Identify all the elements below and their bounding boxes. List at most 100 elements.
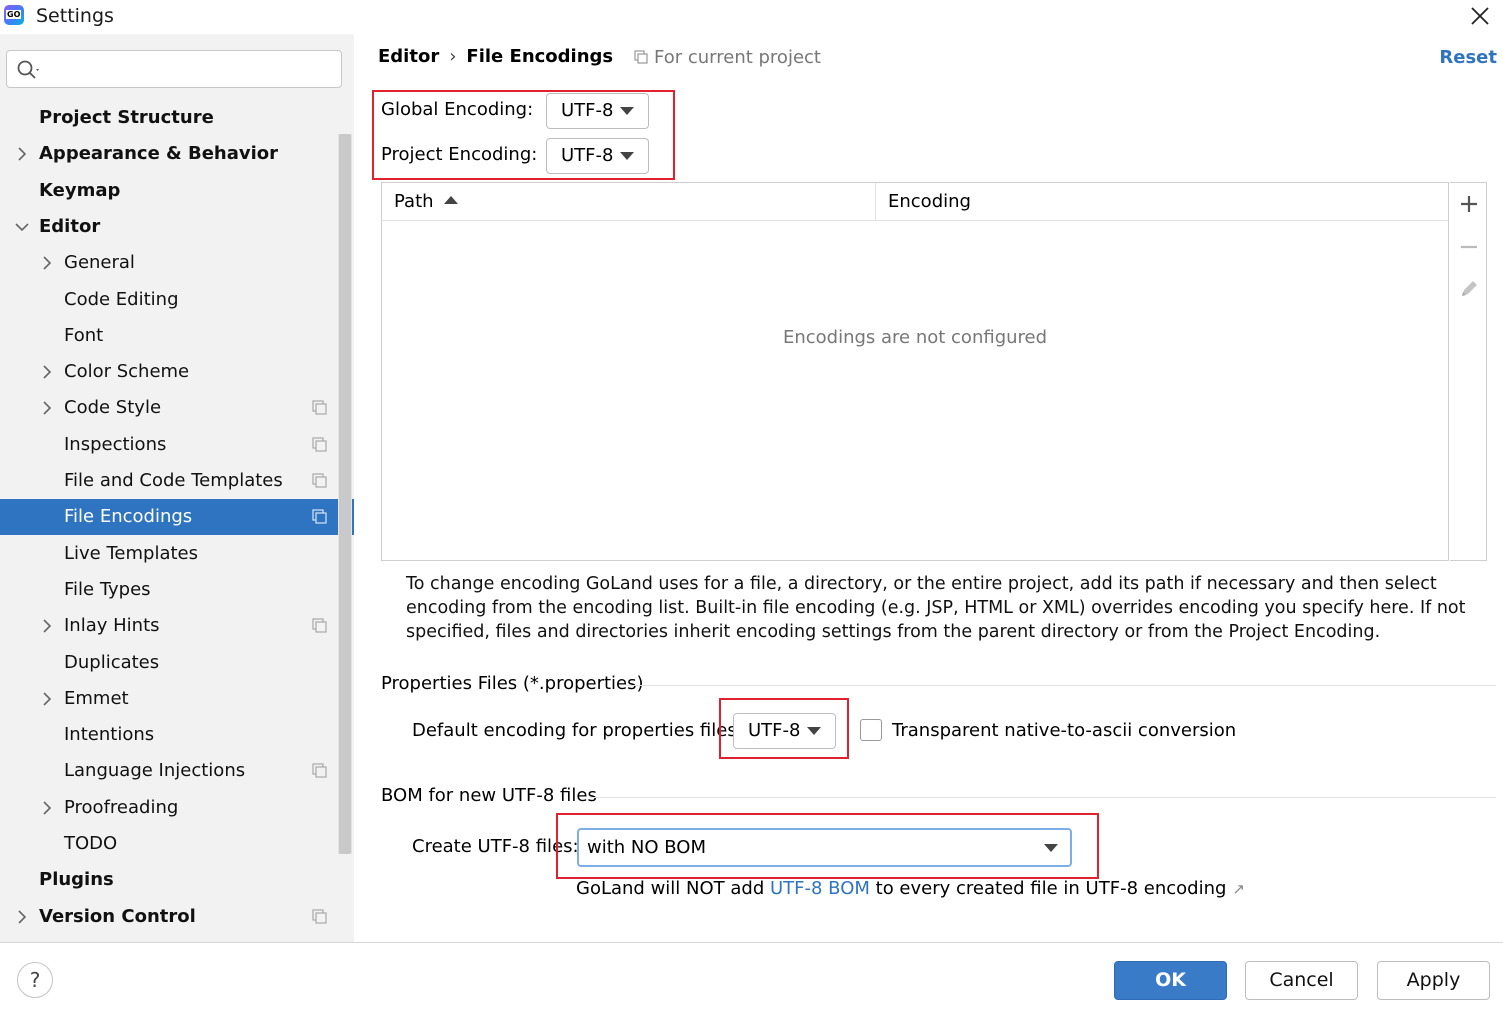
settings-sidebar: Project Structure Appearance & Behavior Ke… bbox=[0, 34, 354, 942]
sidebar-item-code-editing[interactable]: Code Editing bbox=[0, 282, 354, 318]
sidebar-item-label: File and Code Templates bbox=[64, 470, 283, 491]
properties-encoding-combo[interactable]: UTF-8 bbox=[733, 713, 836, 749]
project-encoding-combo[interactable]: UTF-8 bbox=[546, 138, 649, 174]
properties-default-label: Default encoding for properties files: bbox=[412, 720, 743, 741]
bom-note: GoLand will NOT add UTF-8 BOM to every c… bbox=[576, 878, 1245, 899]
sidebar-item-label: Emmet bbox=[64, 688, 129, 709]
sidebar-item-color-scheme[interactable]: Color Scheme bbox=[0, 354, 354, 390]
breadcrumb-separator: › bbox=[449, 46, 457, 67]
dropdown-arrow-icon bbox=[620, 152, 634, 160]
apply-button[interactable]: Apply bbox=[1377, 961, 1490, 1000]
chevron-right-icon[interactable] bbox=[15, 146, 29, 162]
sidebar-item-label: File Types bbox=[64, 579, 151, 600]
help-button[interactable]: ? bbox=[17, 962, 53, 998]
global-encoding-label: Global Encoding: bbox=[381, 99, 534, 120]
sidebar-item-proofreading[interactable]: Proofreading bbox=[0, 790, 354, 826]
sidebar-item-label: Color Scheme bbox=[64, 361, 190, 382]
sidebar-item-label: Plugins bbox=[39, 869, 114, 890]
project-scope-icon bbox=[312, 473, 327, 488]
sidebar-item-label: Inlay Hints bbox=[64, 615, 160, 636]
chevron-down-icon[interactable] bbox=[15, 219, 29, 235]
external-link-icon: ↗ bbox=[1232, 880, 1245, 898]
section-separator bbox=[590, 797, 1496, 798]
chevron-right-icon[interactable] bbox=[40, 400, 54, 416]
project-scope-icon bbox=[312, 437, 327, 452]
goland-app-icon bbox=[4, 5, 24, 25]
search-input[interactable] bbox=[47, 55, 335, 83]
project-encoding-label: Project Encoding: bbox=[381, 144, 538, 165]
sidebar-item-label: Inspections bbox=[64, 434, 167, 455]
chevron-right-icon[interactable] bbox=[15, 909, 29, 925]
settings-search[interactable] bbox=[6, 50, 342, 88]
sidebar-item-inlay-hints[interactable]: Inlay Hints bbox=[0, 608, 354, 644]
dropdown-arrow-icon bbox=[1044, 844, 1058, 852]
chevron-right-icon[interactable] bbox=[40, 364, 54, 380]
project-scope-icon bbox=[312, 763, 327, 778]
sidebar-item-label: Code Editing bbox=[64, 289, 179, 310]
chevron-right-icon[interactable] bbox=[40, 691, 54, 707]
edit-icon[interactable] bbox=[1458, 278, 1480, 300]
transparent-ascii-checkbox[interactable] bbox=[860, 719, 882, 741]
sidebar-item-label: General bbox=[64, 252, 135, 273]
sidebar-item-emmet[interactable]: Emmet bbox=[0, 681, 354, 717]
sidebar-item-label: Version Control bbox=[39, 906, 196, 927]
remove-icon[interactable] bbox=[1458, 236, 1480, 258]
column-divider[interactable] bbox=[875, 183, 876, 221]
sidebar-item-duplicates[interactable]: Duplicates bbox=[0, 645, 354, 681]
sidebar-item-label: Duplicates bbox=[64, 652, 160, 673]
sidebar-item-file-encodings[interactable]: File Encodings bbox=[0, 499, 354, 535]
sidebar-item-intentions[interactable]: Intentions bbox=[0, 717, 354, 753]
sidebar-item-editor[interactable]: Editor bbox=[0, 209, 354, 245]
chevron-right-icon[interactable] bbox=[40, 618, 54, 634]
sidebar-item-label: Intentions bbox=[64, 724, 155, 745]
sidebar-item-plugins[interactable]: Plugins bbox=[0, 862, 354, 898]
sidebar-item-label: Keymap bbox=[39, 180, 121, 201]
sidebar-item-label: Appearance & Behavior bbox=[39, 143, 279, 164]
global-encoding-combo[interactable]: UTF-8 bbox=[546, 93, 649, 129]
transparent-ascii-label[interactable]: Transparent native-to-ascii conversion bbox=[892, 720, 1236, 741]
sidebar-item-file-and-code-templates[interactable]: File and Code Templates bbox=[0, 463, 354, 499]
sidebar-item-file-types[interactable]: File Types bbox=[0, 572, 354, 608]
sidebar-item-label: Live Templates bbox=[64, 543, 198, 564]
sidebar-item-inspections[interactable]: Inspections bbox=[0, 427, 354, 463]
column-header-encoding[interactable]: Encoding bbox=[888, 183, 971, 221]
sidebar-item-general[interactable]: General bbox=[0, 245, 354, 281]
sort-ascending-icon bbox=[443, 196, 458, 204]
chevron-right-icon[interactable] bbox=[40, 255, 54, 271]
dropdown-arrow-icon bbox=[620, 107, 634, 115]
bom-note-prefix: GoLand will NOT add bbox=[576, 878, 770, 899]
utf8-bom-link[interactable]: UTF-8 BOM bbox=[770, 878, 870, 899]
column-header-path[interactable]: Path bbox=[394, 183, 458, 221]
sidebar-item-keymap[interactable]: Keymap bbox=[0, 173, 354, 209]
sidebar-item-live-templates[interactable]: Live Templates bbox=[0, 536, 354, 572]
sidebar-item-appearance-behavior[interactable]: Appearance & Behavior bbox=[0, 136, 354, 172]
column-path-label: Path bbox=[394, 191, 434, 212]
dropdown-arrow-icon bbox=[807, 727, 821, 735]
window-title: Settings bbox=[36, 5, 114, 27]
global-encoding-value: UTF-8 bbox=[561, 100, 614, 121]
add-icon[interactable] bbox=[1458, 193, 1480, 215]
sidebar-item-version-control[interactable]: Version Control bbox=[0, 899, 354, 935]
reset-link[interactable]: Reset bbox=[1439, 47, 1497, 68]
create-utf8-label: Create UTF-8 files: bbox=[412, 836, 579, 857]
close-button[interactable] bbox=[1467, 3, 1493, 29]
chevron-right-icon[interactable] bbox=[40, 800, 54, 816]
sidebar-item-label: File Encodings bbox=[64, 506, 193, 527]
path-encoding-table[interactable]: Path Encoding Encodings are not configur… bbox=[381, 182, 1449, 561]
cancel-button[interactable]: Cancel bbox=[1245, 961, 1358, 1000]
project-encoding-value: UTF-8 bbox=[561, 145, 614, 166]
sidebar-item-todo[interactable]: TODO bbox=[0, 826, 354, 862]
scrollbar-thumb[interactable] bbox=[339, 134, 351, 854]
bom-combo-value: with NO BOM bbox=[587, 837, 706, 858]
sidebar-item-font[interactable]: Font bbox=[0, 318, 354, 354]
sidebar-item-project-structure[interactable]: Project Structure bbox=[0, 100, 354, 136]
bom-combo[interactable]: with NO BOM bbox=[577, 828, 1072, 867]
sidebar-scrollbar[interactable] bbox=[338, 134, 352, 854]
sidebar-item-language-injections[interactable]: Language Injections bbox=[0, 753, 354, 789]
breadcrumb-parent[interactable]: Editor bbox=[378, 46, 439, 67]
ok-button[interactable]: OK bbox=[1114, 961, 1227, 1000]
sidebar-item-code-style[interactable]: Code Style bbox=[0, 390, 354, 426]
properties-encoding-value: UTF-8 bbox=[748, 720, 801, 741]
scope-note-text: For current project bbox=[654, 47, 821, 68]
properties-section-title: Properties Files (*.properties) bbox=[381, 673, 644, 694]
